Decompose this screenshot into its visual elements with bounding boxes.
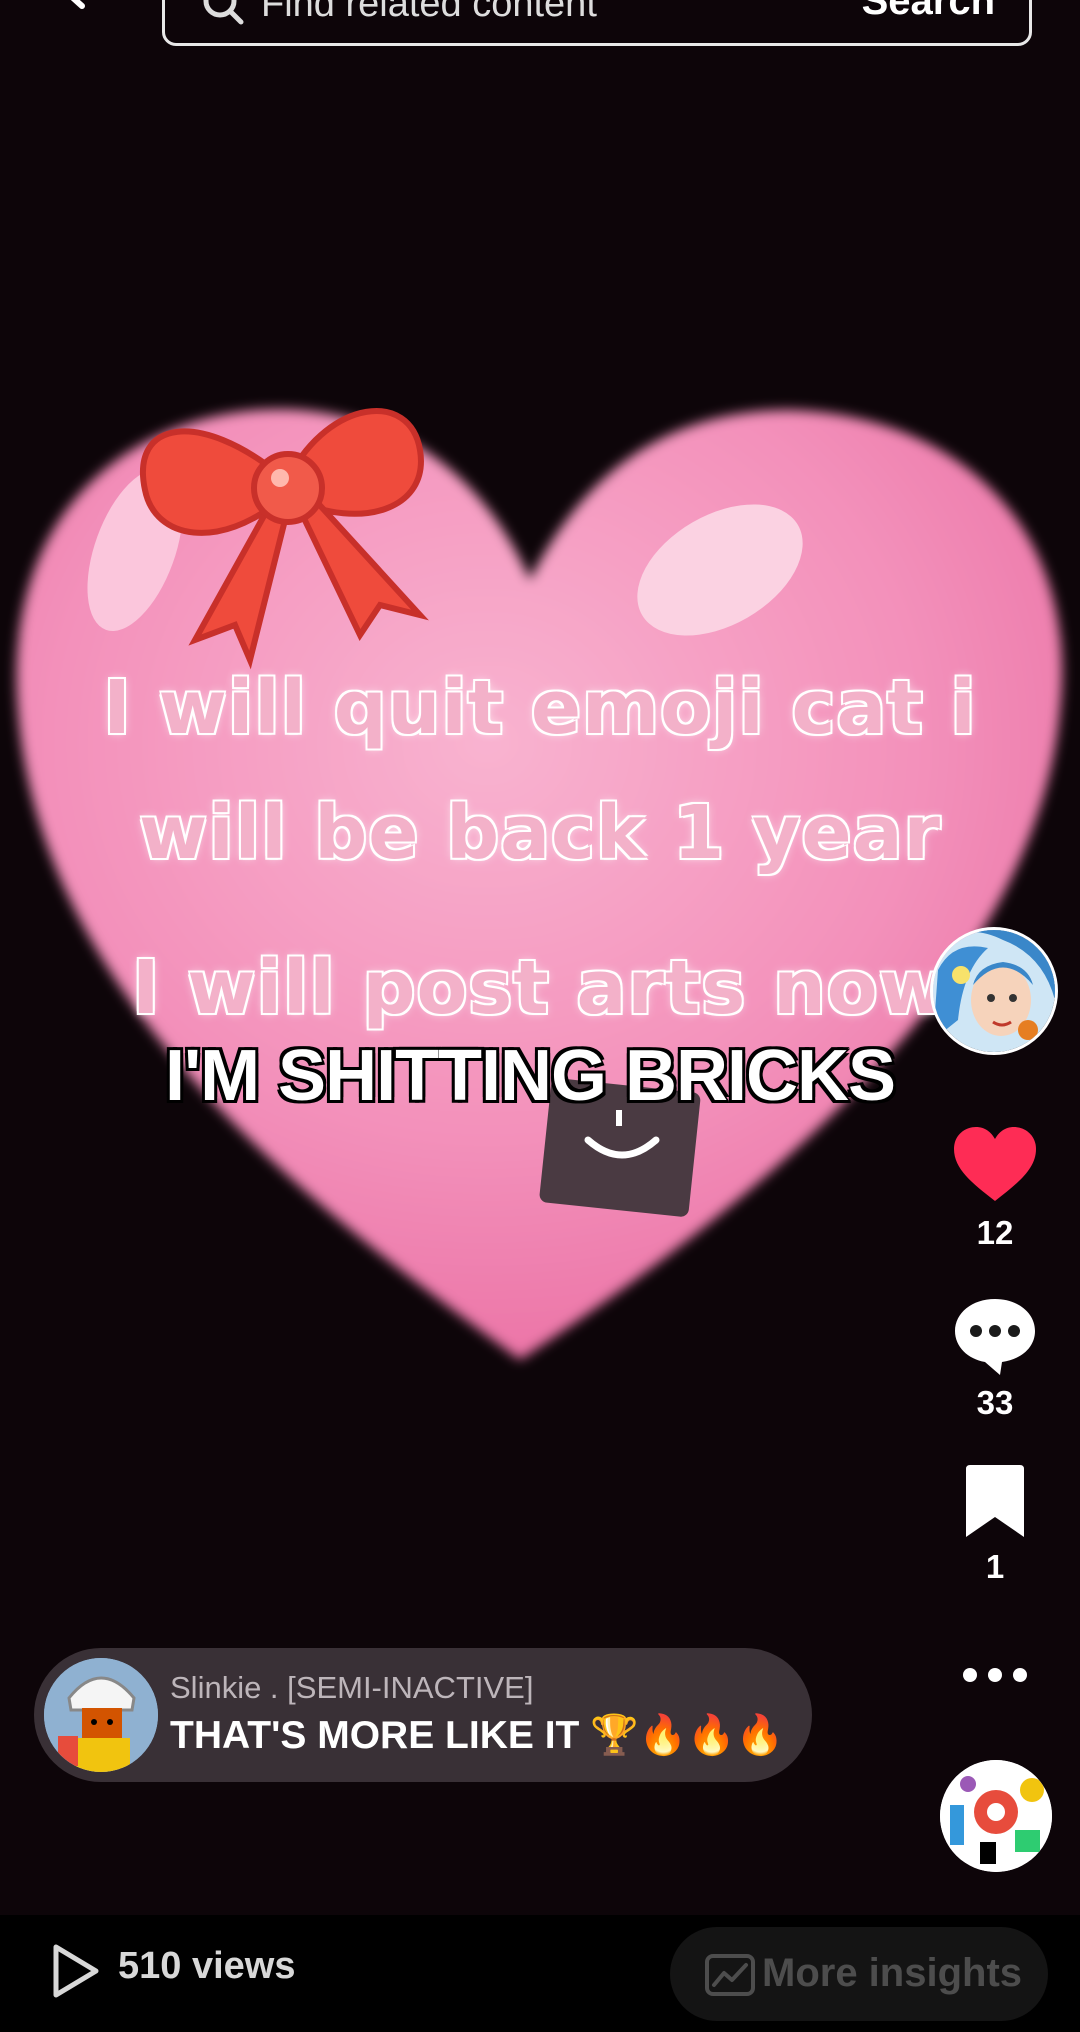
comment-count: 33 bbox=[976, 1384, 1014, 1421]
overlay-line-1: I will quit emoji cat i bbox=[103, 665, 977, 751]
insights-chart-icon bbox=[705, 1954, 755, 1996]
back-arrow-icon[interactable] bbox=[52, 0, 122, 40]
sound-disc-artwork bbox=[940, 1760, 1052, 1872]
bottom-bar: 510 views More insights bbox=[0, 1915, 1080, 2032]
more-insights-button[interactable]: More insights bbox=[670, 1927, 1048, 2021]
video-caption: I'M SHITTING BRICKS bbox=[163, 1035, 897, 1118]
overlay-line-3: I will post arts now bbox=[131, 945, 948, 1031]
commenter-avatar bbox=[44, 1658, 158, 1772]
search-bar[interactable]: Find related content Search bbox=[162, 0, 1032, 46]
search-icon bbox=[203, 0, 244, 25]
save-button[interactable]: 1 bbox=[940, 1465, 1050, 1586]
more-options-button[interactable] bbox=[940, 1665, 1050, 1690]
overlay-line-2: will be back 1 year bbox=[139, 790, 941, 876]
like-button[interactable]: 12 bbox=[940, 1125, 1050, 1252]
sound-disc[interactable] bbox=[940, 1760, 1052, 1872]
search-placeholder: Find related content bbox=[261, 0, 597, 25]
more-insights-label: More insights bbox=[762, 1951, 1023, 1995]
like-count: 12 bbox=[976, 1214, 1014, 1251]
play-icon bbox=[53, 1944, 99, 1998]
creator-avatar[interactable] bbox=[930, 927, 1058, 1055]
view-count: 510 views bbox=[118, 1945, 296, 1987]
heart-artwork bbox=[16, 408, 1063, 1360]
heart-icon bbox=[954, 1127, 1036, 1201]
video-player[interactable]: I will quit emoji cat i will be back 1 y… bbox=[0, 0, 1080, 1915]
more-dots-icon bbox=[963, 1668, 1027, 1682]
search-button[interactable]: Search bbox=[862, 0, 995, 24]
comment-preview[interactable]: Slinkie . [SEMI-INACTIVE] THAT'S MORE LI… bbox=[34, 1648, 812, 1782]
comment-button[interactable]: 33 bbox=[940, 1295, 1050, 1422]
comment-text: THAT'S MORE LIKE IT 🏆🔥🔥🔥 bbox=[170, 1714, 785, 1757]
comment-bubble-icon bbox=[955, 1299, 1035, 1375]
save-count: 1 bbox=[985, 1548, 1005, 1585]
creator-avatar-image bbox=[933, 930, 1055, 1052]
bookmark-icon bbox=[966, 1465, 1024, 1537]
commenter-username: Slinkie . [SEMI-INACTIVE] bbox=[170, 1670, 534, 1705]
commenter-avatar-image bbox=[44, 1658, 158, 1772]
